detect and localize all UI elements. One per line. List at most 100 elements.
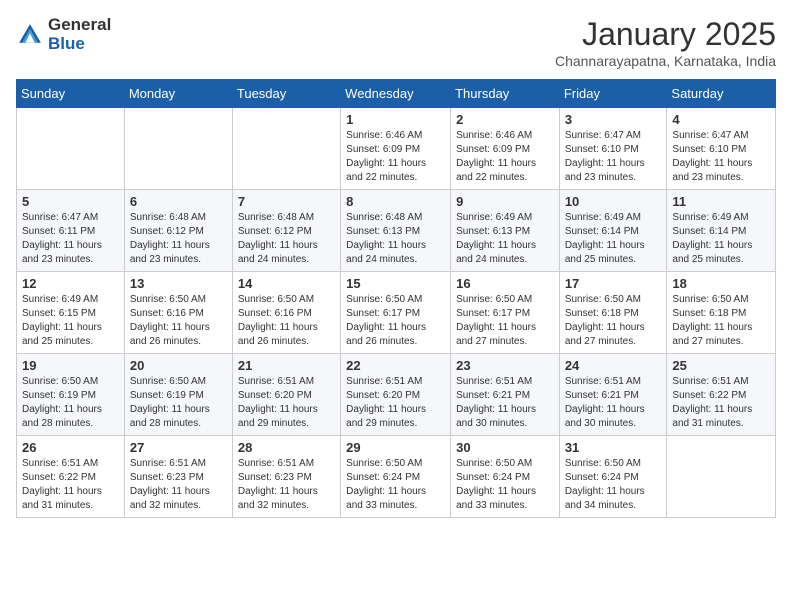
cell-info: Sunrise: 6:49 AM Sunset: 6:15 PM Dayligh…	[22, 293, 119, 349]
day-number: 25	[672, 358, 770, 373]
calendar-cell	[124, 108, 232, 190]
day-number: 24	[565, 358, 662, 373]
cell-info: Sunrise: 6:50 AM Sunset: 6:18 PM Dayligh…	[672, 293, 770, 349]
day-number: 26	[22, 440, 119, 455]
day-number: 6	[130, 194, 227, 209]
calendar-cell: 26Sunrise: 6:51 AM Sunset: 6:22 PM Dayli…	[17, 436, 125, 518]
logo-general-text: General	[48, 16, 111, 35]
day-number: 11	[672, 194, 770, 209]
cell-info: Sunrise: 6:50 AM Sunset: 6:18 PM Dayligh…	[565, 293, 662, 349]
calendar-cell: 17Sunrise: 6:50 AM Sunset: 6:18 PM Dayli…	[559, 272, 667, 354]
cell-info: Sunrise: 6:51 AM Sunset: 6:21 PM Dayligh…	[456, 375, 554, 431]
calendar-cell: 5 Sunrise: 6:47 AM Sunset: 6:11 PM Daylig…	[17, 190, 125, 272]
calendar-cell: 18 Sunrise: 6:50 AM Sunset: 6:18 PM Dayli…	[667, 272, 776, 354]
day-number: 30	[456, 440, 554, 455]
cell-info: Sunrise: 6:51 AM Sunset: 6:21 PM Dayligh…	[565, 375, 662, 431]
calendar-cell: 6 Sunrise: 6:48 AM Sunset: 6:12 PM Daylig…	[124, 190, 232, 272]
calendar-cell	[667, 436, 776, 518]
calendar-cell: 22 Sunrise: 6:51 AM Sunset: 6:20 PM Dayli…	[341, 354, 451, 436]
cell-info: Sunrise: 6:48 AM Sunset: 6:12 PM Dayligh…	[130, 211, 227, 267]
cell-info: Sunrise: 6:48 AM Sunset: 6:13 PM Dayligh…	[346, 211, 445, 267]
calendar-cell	[17, 108, 125, 190]
cell-info: Sunrise: 6:50 AM Sunset: 6:17 PM Dayligh…	[346, 293, 445, 349]
day-number: 13	[130, 276, 227, 291]
calendar-cell: 7 Sunrise: 6:48 AM Sunset: 6:12 PM Daylig…	[232, 190, 340, 272]
calendar-cell: 13 Sunrise: 6:50 AM Sunset: 6:16 PM Dayli…	[124, 272, 232, 354]
calendar-cell: 25Sunrise: 6:51 AM Sunset: 6:22 PM Dayli…	[667, 354, 776, 436]
cell-info: Sunrise: 6:50 AM Sunset: 6:24 PM Dayligh…	[456, 457, 554, 513]
day-number: 29	[346, 440, 445, 455]
calendar-cell: 30 Sunrise: 6:50 AM Sunset: 6:24 PM Dayli…	[451, 436, 560, 518]
calendar-cell: 9 Sunrise: 6:49 AM Sunset: 6:13 PM Daylig…	[451, 190, 560, 272]
cell-info: Sunrise: 6:50 AM Sunset: 6:24 PM Dayligh…	[346, 457, 445, 513]
week-row-4: 19 Sunrise: 6:50 AM Sunset: 6:19 PM Dayli…	[17, 354, 776, 436]
week-row-1: 1 Sunrise: 6:46 AM Sunset: 6:09 PM Daylig…	[17, 108, 776, 190]
page-header: General Blue January 2025 Channarayapatn…	[16, 16, 776, 69]
day-number: 2	[456, 112, 554, 127]
day-number: 18	[672, 276, 770, 291]
location: Channarayapatna, Karnataka, India	[555, 53, 776, 69]
calendar-cell: 29 Sunrise: 6:50 AM Sunset: 6:24 PM Dayli…	[341, 436, 451, 518]
logo-icon	[16, 21, 44, 49]
logo-blue-text: Blue	[48, 35, 111, 54]
logo: General Blue	[16, 16, 111, 53]
cell-info: Sunrise: 6:50 AM Sunset: 6:16 PM Dayligh…	[130, 293, 227, 349]
calendar-cell	[232, 108, 340, 190]
day-number: 14	[238, 276, 335, 291]
calendar-cell: 3Sunrise: 6:47 AM Sunset: 6:10 PM Daylig…	[559, 108, 667, 190]
day-number: 12	[22, 276, 119, 291]
day-number: 8	[346, 194, 445, 209]
cell-info: Sunrise: 6:49 AM Sunset: 6:14 PM Dayligh…	[672, 211, 770, 267]
week-row-5: 26Sunrise: 6:51 AM Sunset: 6:22 PM Dayli…	[17, 436, 776, 518]
calendar-table: SundayMondayTuesdayWednesdayThursdayFrid…	[16, 79, 776, 518]
day-number: 9	[456, 194, 554, 209]
calendar-cell: 8 Sunrise: 6:48 AM Sunset: 6:13 PM Daylig…	[341, 190, 451, 272]
day-number: 1	[346, 112, 445, 127]
cell-info: Sunrise: 6:50 AM Sunset: 6:24 PM Dayligh…	[565, 457, 662, 513]
day-number: 20	[130, 358, 227, 373]
day-number: 22	[346, 358, 445, 373]
cell-info: Sunrise: 6:51 AM Sunset: 6:23 PM Dayligh…	[238, 457, 335, 513]
day-number: 28	[238, 440, 335, 455]
day-number: 27	[130, 440, 227, 455]
header-day-thursday: Thursday	[451, 80, 560, 108]
day-number: 23	[456, 358, 554, 373]
calendar-cell: 31 Sunrise: 6:50 AM Sunset: 6:24 PM Dayli…	[559, 436, 667, 518]
header-day-monday: Monday	[124, 80, 232, 108]
day-number: 31	[565, 440, 662, 455]
title-area: January 2025 Channarayapatna, Karnataka,…	[555, 16, 776, 69]
day-number: 19	[22, 358, 119, 373]
day-number: 16	[456, 276, 554, 291]
header-day-friday: Friday	[559, 80, 667, 108]
cell-info: Sunrise: 6:46 AM Sunset: 6:09 PM Dayligh…	[456, 129, 554, 185]
header-day-sunday: Sunday	[17, 80, 125, 108]
cell-info: Sunrise: 6:50 AM Sunset: 6:16 PM Dayligh…	[238, 293, 335, 349]
cell-info: Sunrise: 6:51 AM Sunset: 6:23 PM Dayligh…	[130, 457, 227, 513]
calendar-cell: 21Sunrise: 6:51 AM Sunset: 6:20 PM Dayli…	[232, 354, 340, 436]
calendar-cell: 1 Sunrise: 6:46 AM Sunset: 6:09 PM Daylig…	[341, 108, 451, 190]
day-number: 21	[238, 358, 335, 373]
cell-info: Sunrise: 6:50 AM Sunset: 6:19 PM Dayligh…	[22, 375, 119, 431]
calendar-cell: 24 Sunrise: 6:51 AM Sunset: 6:21 PM Dayli…	[559, 354, 667, 436]
calendar-cell: 15Sunrise: 6:50 AM Sunset: 6:17 PM Dayli…	[341, 272, 451, 354]
calendar-cell: 12 Sunrise: 6:49 AM Sunset: 6:15 PM Dayli…	[17, 272, 125, 354]
calendar-cell: 28 Sunrise: 6:51 AM Sunset: 6:23 PM Dayli…	[232, 436, 340, 518]
calendar-cell: 11 Sunrise: 6:49 AM Sunset: 6:14 PM Dayli…	[667, 190, 776, 272]
day-number: 7	[238, 194, 335, 209]
header-day-tuesday: Tuesday	[232, 80, 340, 108]
cell-info: Sunrise: 6:47 AM Sunset: 6:10 PM Dayligh…	[672, 129, 770, 185]
cell-info: Sunrise: 6:48 AM Sunset: 6:12 PM Dayligh…	[238, 211, 335, 267]
header-day-saturday: Saturday	[667, 80, 776, 108]
calendar-cell: 19 Sunrise: 6:50 AM Sunset: 6:19 PM Dayli…	[17, 354, 125, 436]
cell-info: Sunrise: 6:47 AM Sunset: 6:11 PM Dayligh…	[22, 211, 119, 267]
calendar-cell: 4Sunrise: 6:47 AM Sunset: 6:10 PM Daylig…	[667, 108, 776, 190]
cell-info: Sunrise: 6:46 AM Sunset: 6:09 PM Dayligh…	[346, 129, 445, 185]
header-row: SundayMondayTuesdayWednesdayThursdayFrid…	[17, 80, 776, 108]
day-number: 5	[22, 194, 119, 209]
cell-info: Sunrise: 6:49 AM Sunset: 6:13 PM Dayligh…	[456, 211, 554, 267]
cell-info: Sunrise: 6:49 AM Sunset: 6:14 PM Dayligh…	[565, 211, 662, 267]
day-number: 3	[565, 112, 662, 127]
month-title: January 2025	[555, 16, 776, 53]
cell-info: Sunrise: 6:51 AM Sunset: 6:20 PM Dayligh…	[346, 375, 445, 431]
cell-info: Sunrise: 6:50 AM Sunset: 6:17 PM Dayligh…	[456, 293, 554, 349]
